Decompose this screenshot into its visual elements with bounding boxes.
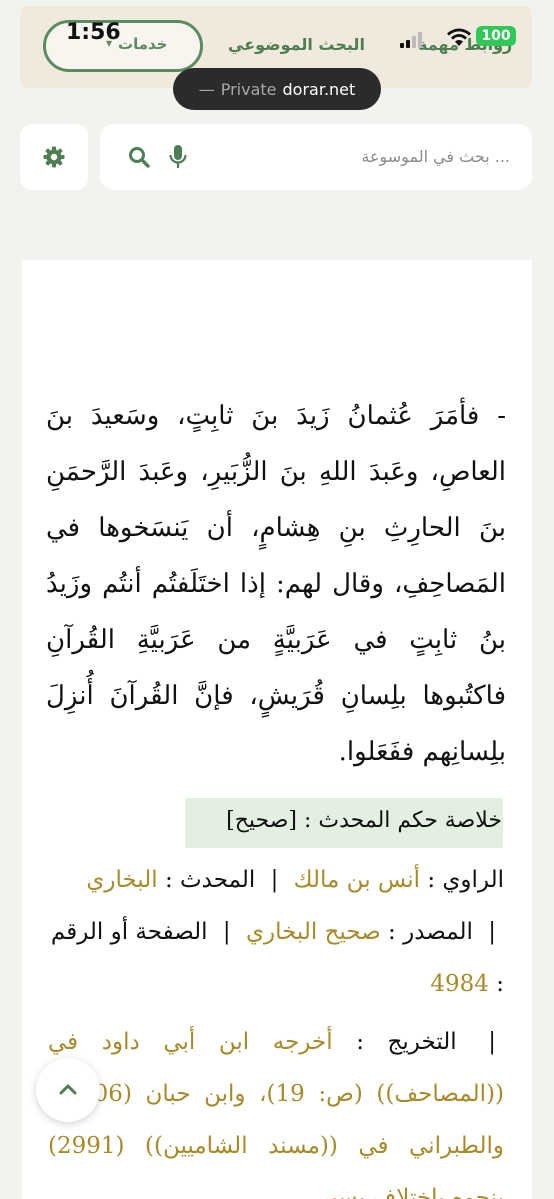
takhrij-section: | التخريج : أخرجه ابن أبي داود في ((المص…: [48, 1016, 504, 1199]
narrator-link[interactable]: أنس بن مالك: [294, 867, 420, 893]
source-label: المصدر :: [388, 919, 473, 945]
hadith-meta: الراوي : أنس بن مالك | المحدث : البخاري …: [48, 854, 504, 1010]
search-icon[interactable]: [128, 146, 150, 168]
verdict-line: خلاصة حكم المحدث : [صحيح]: [226, 808, 502, 833]
verdict-value: [صحيح]: [226, 808, 298, 833]
services-label[interactable]: خدمات: [118, 35, 167, 53]
chevron-down-icon: ▾: [106, 36, 113, 50]
search-input[interactable]: بحث في الموسوعة ...: [361, 147, 510, 166]
muhaddith-label: المحدث :: [164, 867, 256, 893]
gear-icon: [43, 146, 65, 168]
private-browsing-pill[interactable]: — Private dorar.net: [173, 68, 381, 110]
status-time: 1:56: [66, 20, 121, 45]
scroll-up-icon: [59, 1084, 77, 1095]
separator: |: [488, 919, 496, 945]
verdict-label: خلاصة حكم المحدث :: [304, 808, 502, 833]
takhrij-label: التخريج :: [356, 1029, 457, 1055]
narrator-label: الراوي :: [427, 867, 504, 893]
topic-search-link[interactable]: البحث الموضوعي: [228, 35, 365, 54]
separator: |: [488, 1029, 497, 1055]
separator: |: [270, 867, 279, 893]
settings-button[interactable]: [20, 124, 88, 190]
cellular-signal-icon: [400, 32, 422, 48]
source-link[interactable]: صحيح البخاري: [246, 919, 381, 945]
url-domain: dorar.net: [282, 79, 356, 99]
muhaddith-link[interactable]: البخاري: [86, 867, 157, 893]
private-dash: —: [198, 79, 215, 99]
separator: |: [222, 919, 231, 945]
hadith-text: - فأمَرَ عُثمانُ زَيدَ بنَ ثابِتٍ، وسَعي…: [46, 401, 506, 767]
microphone-icon[interactable]: [168, 144, 188, 170]
search-box[interactable]: بحث في الموسوعة ...: [100, 124, 532, 190]
wifi-icon: [447, 28, 471, 46]
battery-indicator: 100: [476, 26, 516, 46]
private-label: Private: [220, 79, 277, 99]
page-number: 4984: [430, 971, 489, 997]
floating-action-button[interactable]: [36, 1058, 100, 1122]
